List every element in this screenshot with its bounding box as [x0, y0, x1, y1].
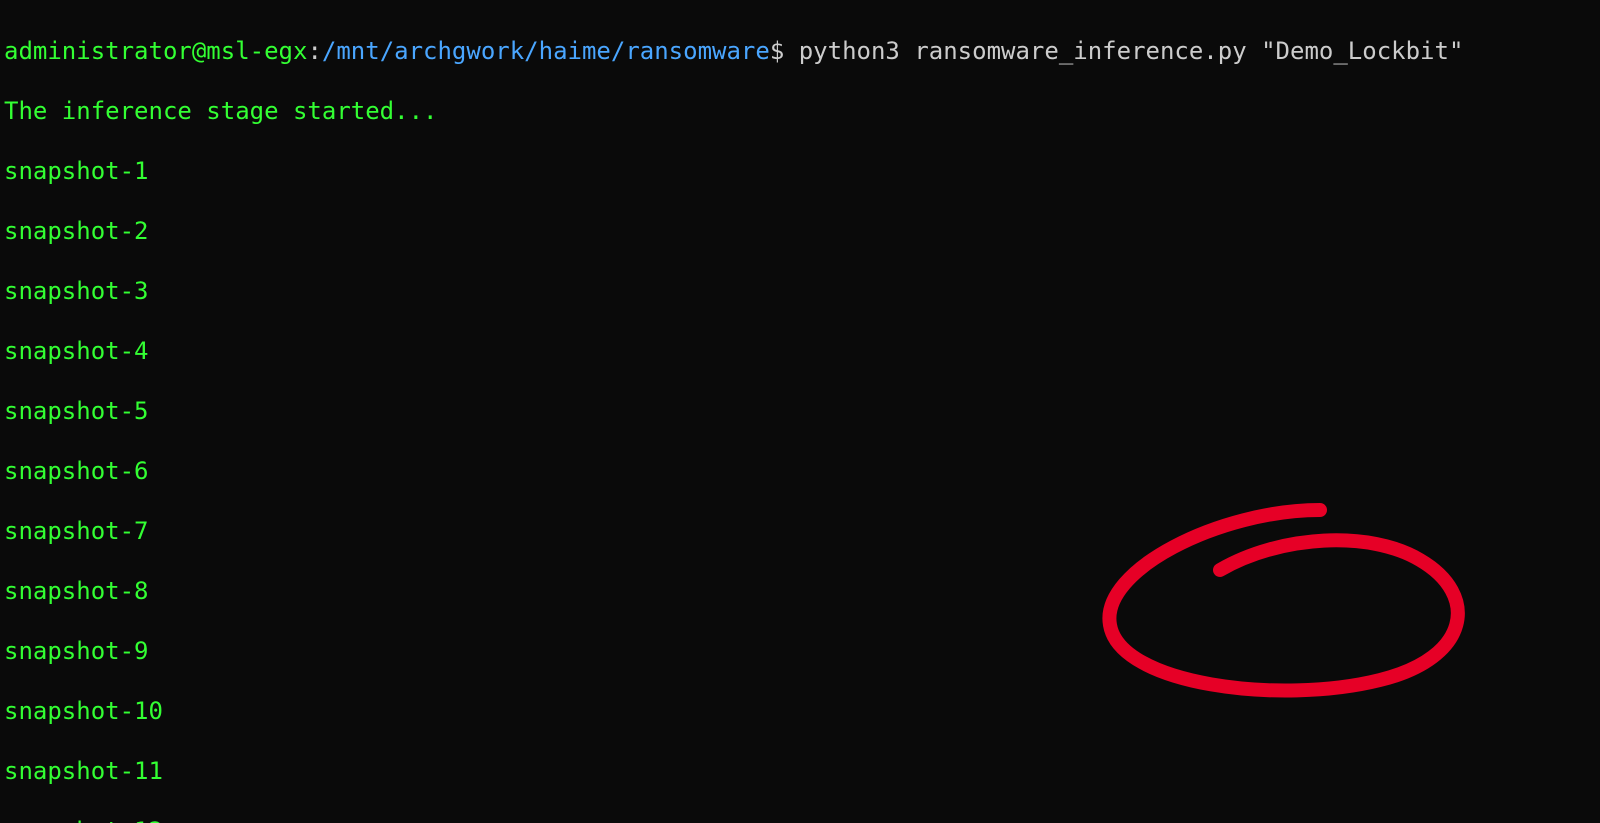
snapshot-line: snapshot-6 — [4, 456, 1596, 486]
snapshot-line: snapshot-10 — [4, 696, 1596, 726]
snapshot-line: snapshot-11 — [4, 756, 1596, 786]
snapshot-line: snapshot-8 — [4, 576, 1596, 606]
snapshot-line: snapshot-12 — [4, 816, 1596, 823]
snapshot-line: snapshot-4 — [4, 336, 1596, 366]
command-text: python3 ransomware_inference.py "Demo_Lo… — [784, 37, 1463, 65]
prompt-line: administrator@msl-egx:/mnt/archgwork/hai… — [4, 36, 1596, 66]
prompt-user-host: administrator@msl-egx — [4, 37, 307, 65]
prompt-dollar: $ — [770, 37, 784, 65]
terminal-output[interactable]: administrator@msl-egx:/mnt/archgwork/hai… — [0, 0, 1600, 823]
snapshot-line: snapshot-1 — [4, 156, 1596, 186]
snapshot-line: snapshot-3 — [4, 276, 1596, 306]
snapshot-line: snapshot-7 — [4, 516, 1596, 546]
status-line: The inference stage started... — [4, 96, 1596, 126]
snapshot-line: snapshot-9 — [4, 636, 1596, 666]
prompt-path: /mnt/archgwork/haime/ransomware — [322, 37, 770, 65]
snapshot-line: snapshot-2 — [4, 216, 1596, 246]
prompt-separator: : — [307, 37, 321, 65]
snapshot-line: snapshot-5 — [4, 396, 1596, 426]
